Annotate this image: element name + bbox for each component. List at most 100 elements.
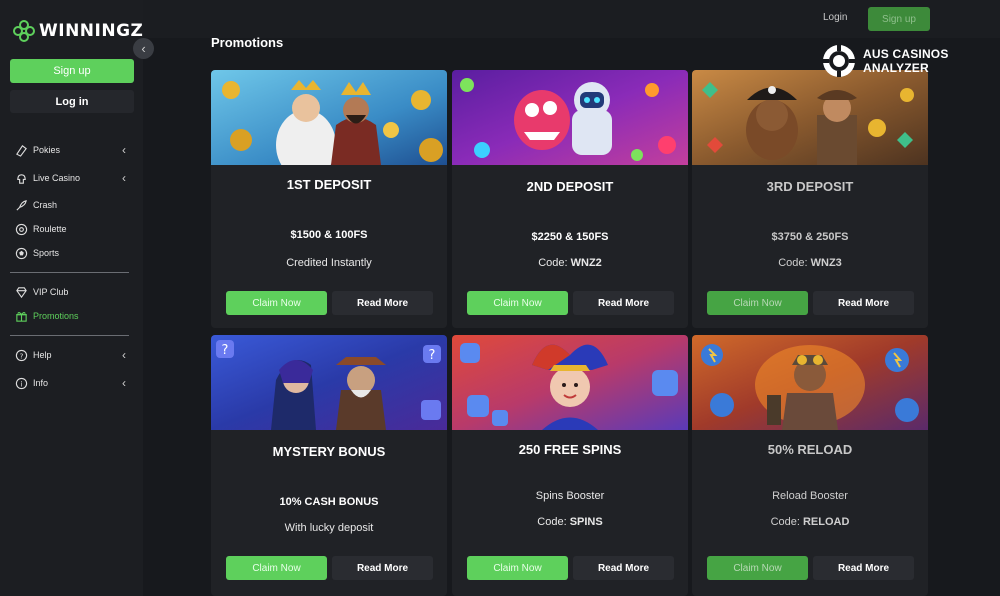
claim-now-button[interactable]: Claim Now [707, 556, 808, 580]
sidebar-item-live-casino[interactable]: Live Casino ‹ [14, 171, 130, 185]
sidebar-item-roulette[interactable]: Roulette [14, 222, 130, 236]
sidebar-item-label: Info [33, 378, 49, 388]
chevron-left-icon: ‹ [122, 348, 126, 362]
promo-banner-image [692, 335, 928, 430]
promo-card-3rd-deposit: 3RD DEPOSIT $3750 & 250FS Code: WNZ3 Cla… [692, 70, 928, 328]
sidebar-item-sports[interactable]: Sports [14, 246, 130, 260]
promo-amount: 10% CASH BONUS [279, 496, 379, 508]
promo-card-reload: 50% RELOAD Reload Booster Code: RELOAD C… [692, 335, 928, 596]
promo-code-value: SPINS [569, 516, 603, 528]
watermark: AUS CASINOS ANALYZER [822, 44, 949, 78]
sidebar-item-crash[interactable]: Crash [14, 198, 130, 212]
sidebar-item-label: Crash [33, 200, 58, 210]
sidebar-item-label: Roulette [33, 224, 67, 234]
read-more-button[interactable]: Read More [332, 556, 433, 580]
sidebar-item-promotions[interactable]: Promotions [14, 309, 130, 323]
poker-chip-icon [823, 45, 855, 77]
clover-logo-icon [13, 20, 35, 42]
sidebar-signup-button[interactable]: Sign up [10, 59, 134, 83]
promo-code-value: WNZ3 [810, 257, 842, 269]
promo-code: Code: RELOAD [692, 516, 928, 528]
promo-code: Code: WNZ2 [452, 257, 688, 269]
sidebar-item-label: VIP Club [33, 287, 69, 297]
promo-code: Code: WNZ3 [692, 257, 928, 269]
page-title: Promotions [211, 35, 284, 50]
promo-code-label: Code: [538, 257, 571, 269]
roulette-icon [14, 222, 28, 236]
promo-code-value: WNZ2 [570, 257, 602, 269]
help-icon: ? [14, 348, 28, 362]
promo-title: 2ND DEPOSIT [526, 179, 614, 194]
soccer-ball-icon [14, 246, 28, 260]
chevron-left-icon: ‹ [122, 171, 126, 185]
promo-banner-image [692, 70, 928, 165]
info-icon: i [14, 376, 28, 390]
chevron-left-icon: ‹ [122, 143, 126, 157]
sidebar-divider [10, 335, 129, 336]
promo-title: 1ST DEPOSIT [286, 177, 372, 192]
promo-code-label: Code: [537, 516, 570, 528]
sidebar-item-label: Pokies [33, 145, 61, 155]
sidebar-divider [10, 272, 129, 273]
gift-icon [14, 309, 28, 323]
read-more-button[interactable]: Read More [573, 291, 674, 315]
claim-now-button[interactable]: Claim Now [226, 556, 327, 580]
claim-now-button[interactable]: Claim Now [467, 291, 568, 315]
read-more-button[interactable]: Read More [573, 556, 674, 580]
read-more-button[interactable]: Read More [813, 556, 914, 580]
promo-banner-image [452, 335, 688, 430]
promo-detail: With lucky deposit [284, 522, 374, 534]
sidebar-item-pokies[interactable]: Pokies ‹ [14, 143, 130, 157]
sidebar-item-vip-club[interactable]: VIP Club [14, 285, 130, 299]
chevron-left-icon: ‹ [122, 376, 126, 390]
sidebar-item-label: Live Casino [33, 173, 81, 183]
claim-now-button[interactable]: Claim Now [467, 556, 568, 580]
promo-code-label: Code: [770, 516, 803, 528]
promo-card-1st-deposit: 1ST DEPOSIT $1500 & 100FS Credited Insta… [211, 70, 447, 328]
svg-text:?: ? [19, 351, 23, 360]
sidebar-item-label: Help [33, 350, 52, 360]
promo-amount: $3750 & 250FS [771, 231, 849, 243]
sidebar-item-label: Sports [33, 248, 60, 258]
promo-code: Code: SPINS [452, 516, 688, 528]
promo-amount: Reload Booster [772, 490, 848, 502]
promo-amount: Spins Booster [535, 490, 605, 502]
sidebar: WINNINGZ Sign up Log in Pokies ‹ Live Ca… [0, 0, 143, 596]
pokies-icon [14, 143, 28, 157]
chevron-left-icon: ‹ [141, 41, 146, 56]
live-casino-icon [14, 171, 28, 185]
sidebar-collapse-button[interactable]: ‹ [133, 38, 154, 59]
sidebar-item-label: Promotions [33, 311, 79, 321]
promo-banner-image [211, 70, 447, 165]
sidebar-item-help[interactable]: ? Help ‹ [14, 348, 130, 362]
brand-name: WINNINGZ [39, 21, 144, 41]
promo-banner-image [452, 70, 688, 165]
sidebar-login-button[interactable]: Log in [10, 90, 134, 113]
promo-card-free-spins: 250 FREE SPINS Spins Booster Code: SPINS… [452, 335, 688, 596]
read-more-button[interactable]: Read More [332, 291, 433, 315]
promo-title: 3RD DEPOSIT [766, 179, 854, 194]
svg-text:?: ? [429, 348, 436, 363]
promo-card-mystery-bonus: ? ? MYSTERY BONUS 10% CASH BONUS With lu… [211, 335, 447, 596]
diamond-icon [14, 285, 28, 299]
header-login-button[interactable]: Login [823, 12, 847, 23]
header-signup-button[interactable]: Sign up [868, 7, 930, 31]
watermark-line2: ANALYZER [863, 61, 929, 75]
read-more-button[interactable]: Read More [813, 291, 914, 315]
promo-amount: $1500 & 100FS [290, 229, 368, 241]
promo-code-value: RELOAD [802, 516, 850, 528]
promo-title: MYSTERY BONUS [272, 444, 386, 459]
rocket-icon [14, 198, 28, 212]
claim-now-button[interactable]: Claim Now [226, 291, 327, 315]
svg-text:i: i [20, 379, 22, 388]
promo-title: 50% RELOAD [767, 442, 853, 457]
promo-banner-image: ? ? [211, 335, 447, 430]
svg-text:?: ? [222, 343, 229, 358]
promo-code-label: Code: [778, 257, 811, 269]
promo-amount: $2250 & 150FS [531, 231, 609, 243]
sidebar-item-info[interactable]: i Info ‹ [14, 376, 130, 390]
promo-title: 250 FREE SPINS [518, 442, 622, 457]
brand-logo[interactable]: WINNINGZ [12, 19, 143, 43]
claim-now-button[interactable]: Claim Now [707, 291, 808, 315]
watermark-line1: AUS CASINOS [863, 47, 949, 61]
